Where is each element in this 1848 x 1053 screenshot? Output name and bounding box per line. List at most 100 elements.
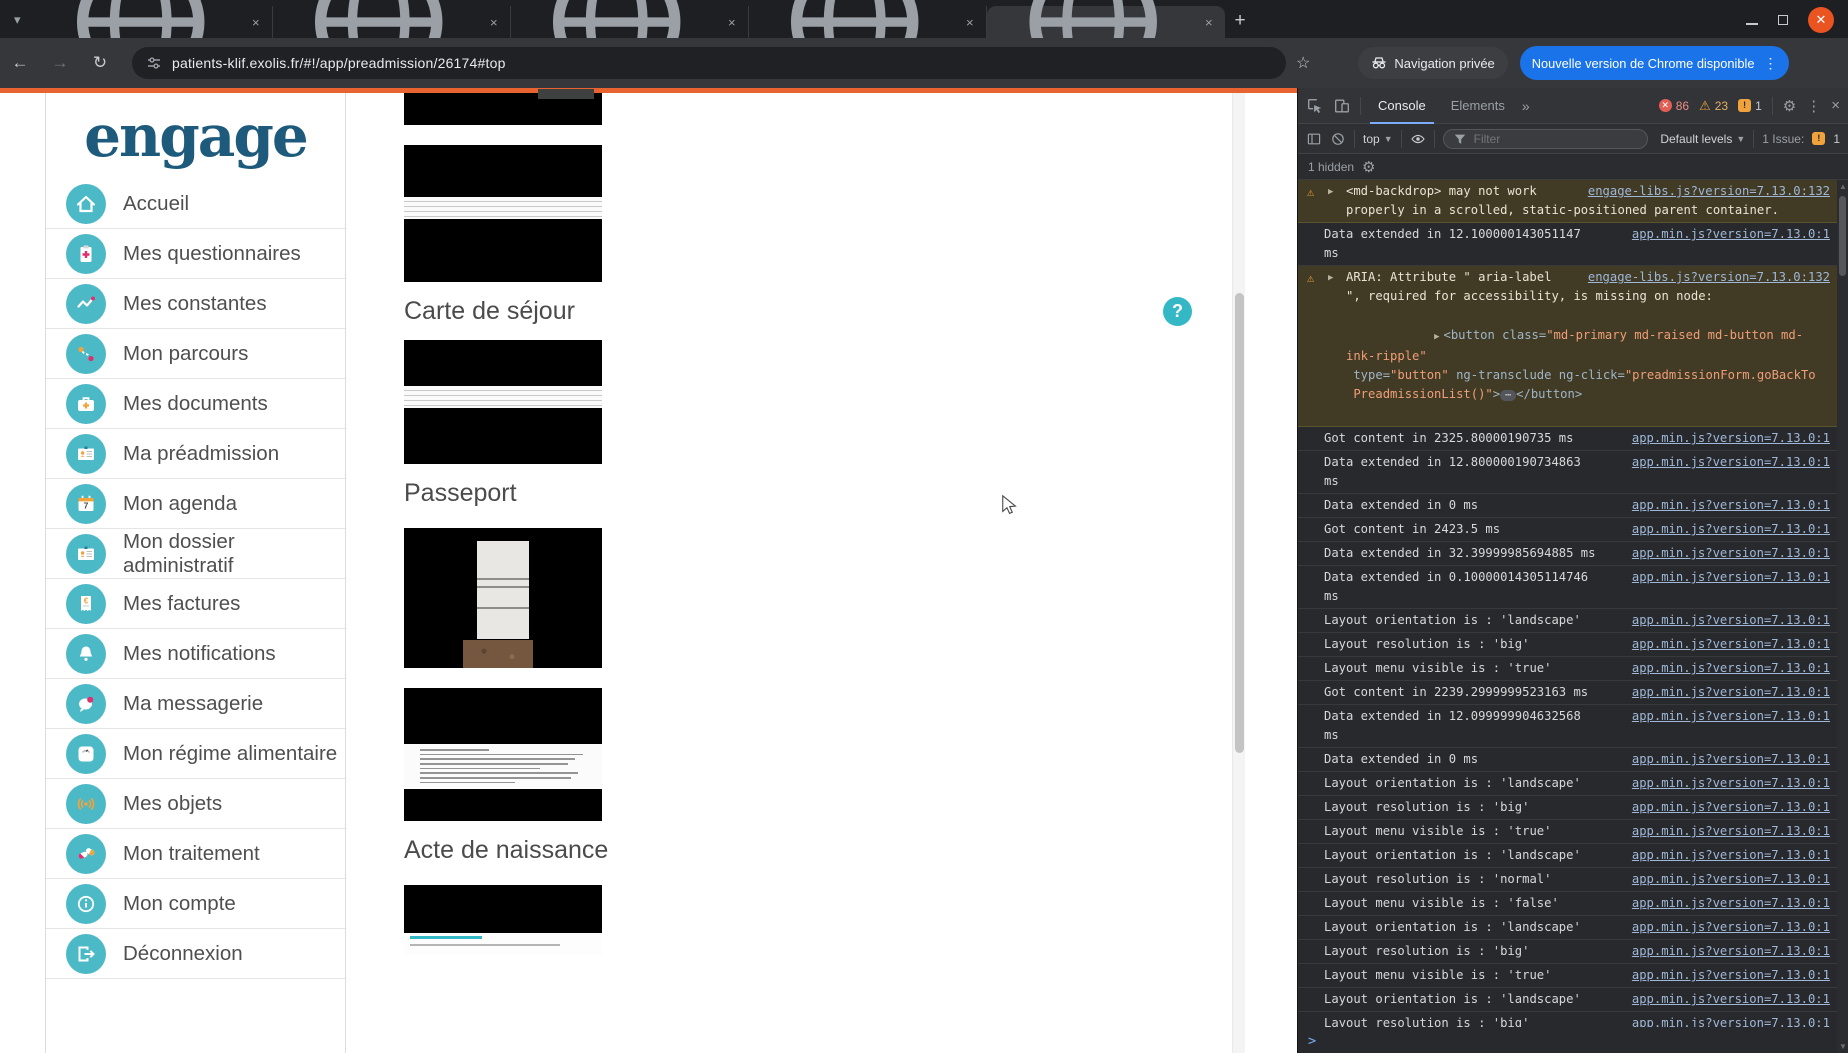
bookmark-star-icon[interactable]: ☆ <box>1296 53 1310 73</box>
console-node-preview[interactable]: ▶<button class="md-primary md-raised md-… <box>1346 307 1830 424</box>
sidebar-item[interactable]: Mon agenda <box>46 479 345 529</box>
inspect-element-icon[interactable] <box>1306 97 1324 115</box>
console-prompt[interactable]: > <box>1298 1027 1848 1049</box>
help-icon[interactable]: ? <box>1163 297 1192 326</box>
console-source-link[interactable]: app.min.js?version=7.13.0:1 <box>1632 798 1830 817</box>
document-thumbnail[interactable] <box>404 528 602 668</box>
console-source-link[interactable]: app.min.js?version=7.13.0:1 <box>1632 683 1830 702</box>
tab-close-icon[interactable]: × <box>487 15 501 30</box>
console-source-link[interactable]: app.min.js?version=7.13.0:1 <box>1632 774 1830 793</box>
devtools-settings-icon[interactable]: ⚙ <box>1783 97 1796 115</box>
sidebar-item[interactable]: Mon dossier administratif <box>46 529 345 579</box>
tab-elements[interactable]: Elements <box>1443 88 1513 124</box>
sidebar-item[interactable]: Mon régime alimentaire <box>46 729 345 779</box>
error-badge[interactable]: ✕ 86 <box>1659 99 1689 113</box>
issues-badge[interactable]: ! 1 <box>1738 99 1762 113</box>
sidebar-item[interactable]: Ma messagerie <box>46 679 345 729</box>
maximize-button[interactable] <box>1778 15 1788 25</box>
browser-tab[interactable]: engage - Portail soignant × <box>35 6 273 38</box>
address-bar[interactable]: patients-klif.exolis.fr/#!/app/preadmiss… <box>132 47 1286 79</box>
browser-tab[interactable]: engage - Portail soignant × <box>749 6 987 38</box>
document-thumbnail[interactable] <box>404 340 602 464</box>
page-scrollbar-thumb[interactable] <box>1235 293 1244 753</box>
forward-button[interactable]: → <box>40 43 80 83</box>
console-source-link[interactable]: engage-libs.js?version=7.13.0:132 <box>1588 268 1830 287</box>
console-source-link[interactable]: app.min.js?version=7.13.0:1 <box>1632 822 1830 841</box>
console-source-link[interactable]: app.min.js?version=7.13.0:1 <box>1632 453 1830 472</box>
page-scrollbar[interactable] <box>1232 93 1245 1053</box>
minimize-button[interactable] <box>1746 23 1758 25</box>
sidebar-item[interactable]: Mes documents <box>46 379 345 429</box>
warning-badge[interactable]: ⚠ 23 <box>1699 98 1728 114</box>
devtools-menu-icon[interactable]: ⋮ <box>1806 97 1821 115</box>
sidebar-item[interactable]: Ma préadmission <box>46 429 345 479</box>
clear-console-icon[interactable] <box>1330 131 1346 147</box>
expand-arrow-icon[interactable]: ▶ <box>1434 332 1439 342</box>
console-filter[interactable] <box>1443 129 1648 149</box>
console-source-link[interactable]: app.min.js?version=7.13.0:1 <box>1632 870 1830 889</box>
log-levels-selector[interactable]: Default levels ▼ <box>1660 132 1745 146</box>
new-tab-button[interactable]: + <box>1235 10 1246 32</box>
sidebar-item[interactable]: Accueil <box>46 179 345 229</box>
sidebar-item[interactable]: Déconnexion <box>46 929 345 979</box>
tab-close-icon[interactable]: × <box>1202 15 1216 30</box>
reload-button[interactable]: ↻ <box>80 43 120 83</box>
browser-tab[interactable]: engage - Portail soignant × <box>511 6 749 38</box>
console-source-link[interactable]: app.min.js?version=7.13.0:1 <box>1632 846 1830 865</box>
devtools-scrollbar-thumb[interactable] <box>1839 196 1846 276</box>
sidebar-item[interactable]: Mon compte <box>46 879 345 929</box>
tab-close-icon[interactable]: × <box>963 15 977 30</box>
devtools-close-icon[interactable]: × <box>1831 97 1840 114</box>
back-button[interactable]: ← <box>0 43 40 83</box>
console-source-link[interactable]: app.min.js?version=7.13.0:1 <box>1632 1014 1830 1027</box>
browser-tab[interactable]: engage - Portail soignant × <box>273 6 511 38</box>
console-source-link[interactable]: app.min.js?version=7.13.0:1 <box>1632 520 1830 539</box>
tab-close-icon[interactable]: × <box>725 15 739 30</box>
console-source-link[interactable]: app.min.js?version=7.13.0:1 <box>1632 225 1830 244</box>
live-expression-eye-icon[interactable] <box>1410 131 1426 147</box>
issue-label[interactable]: 1 Issue: <box>1762 132 1804 146</box>
sidebar-item[interactable]: Mon parcours <box>46 329 345 379</box>
site-info-icon[interactable] <box>146 55 162 71</box>
sidebar-item[interactable]: Mes factures <box>46 579 345 629</box>
tab-console[interactable]: Console <box>1370 88 1434 124</box>
sidebar-item[interactable]: Mes constantes <box>46 279 345 329</box>
console-source-link[interactable]: app.min.js?version=7.13.0:1 <box>1632 568 1830 587</box>
browser-tab[interactable]: patients-klif.exolis.fr/#!/ × <box>987 6 1225 38</box>
console-source-link[interactable]: app.min.js?version=7.13.0:1 <box>1632 429 1830 448</box>
console-source-link[interactable]: app.min.js?version=7.13.0:1 <box>1632 966 1830 985</box>
sidebar-item[interactable]: Mes notifications <box>46 629 345 679</box>
url-text[interactable]: patients-klif.exolis.fr/#!/app/preadmiss… <box>172 55 506 71</box>
console-source-link[interactable]: app.min.js?version=7.13.0:1 <box>1632 659 1830 678</box>
document-thumbnail[interactable] <box>404 145 602 282</box>
console-source-link[interactable]: app.min.js?version=7.13.0:1 <box>1632 544 1830 563</box>
console-source-link[interactable]: app.min.js?version=7.13.0:1 <box>1632 942 1830 961</box>
filter-input[interactable] <box>1474 132 1624 146</box>
close-window-button[interactable]: ✕ <box>1808 7 1834 33</box>
console-source-link[interactable]: app.min.js?version=7.13.0:1 <box>1632 918 1830 937</box>
console-source-link[interactable]: app.min.js?version=7.13.0:1 <box>1632 894 1830 913</box>
scroll-up-arrow[interactable]: ▲ <box>1839 182 1847 191</box>
console-source-link[interactable]: app.min.js?version=7.13.0:1 <box>1632 611 1830 630</box>
document-thumbnail[interactable] <box>404 93 602 125</box>
console-source-link[interactable]: app.min.js?version=7.13.0:1 <box>1632 707 1830 726</box>
tab-close-icon[interactable]: × <box>249 15 263 30</box>
chrome-update-button[interactable]: Nouvelle version de Chrome disponible ⋮ <box>1520 46 1790 80</box>
console-source-link[interactable]: app.min.js?version=7.13.0:1 <box>1632 750 1830 769</box>
expand-arrow-icon[interactable]: ▶ <box>1328 183 1333 202</box>
console-sidebar-icon[interactable] <box>1306 131 1322 147</box>
devtools-scrollbar[interactable]: ▲ ▼ <box>1837 180 1848 1053</box>
tab-search-chevron-icon[interactable]: ▾ <box>14 12 21 28</box>
console-source-link[interactable]: app.min.js?version=7.13.0:1 <box>1632 635 1830 654</box>
console-source-link[interactable]: engage-libs.js?version=7.13.0:132 <box>1588 182 1830 201</box>
expand-arrow-icon[interactable]: ▶ <box>1328 269 1333 288</box>
scroll-down-arrow[interactable]: ▼ <box>1839 1042 1847 1051</box>
console-source-link[interactable]: app.min.js?version=7.13.0:1 <box>1632 496 1830 515</box>
context-selector[interactable]: top ▼ <box>1363 132 1393 146</box>
sidebar-item[interactable]: Mes objets <box>46 779 345 829</box>
browser-menu-icon[interactable]: ⋮ <box>1763 55 1777 72</box>
sidebar-item[interactable]: Mes questionnaires <box>46 229 345 279</box>
device-toolbar-icon[interactable] <box>1333 97 1351 115</box>
document-thumbnail[interactable] <box>404 885 602 955</box>
more-tabs-icon[interactable]: » <box>1522 98 1530 114</box>
